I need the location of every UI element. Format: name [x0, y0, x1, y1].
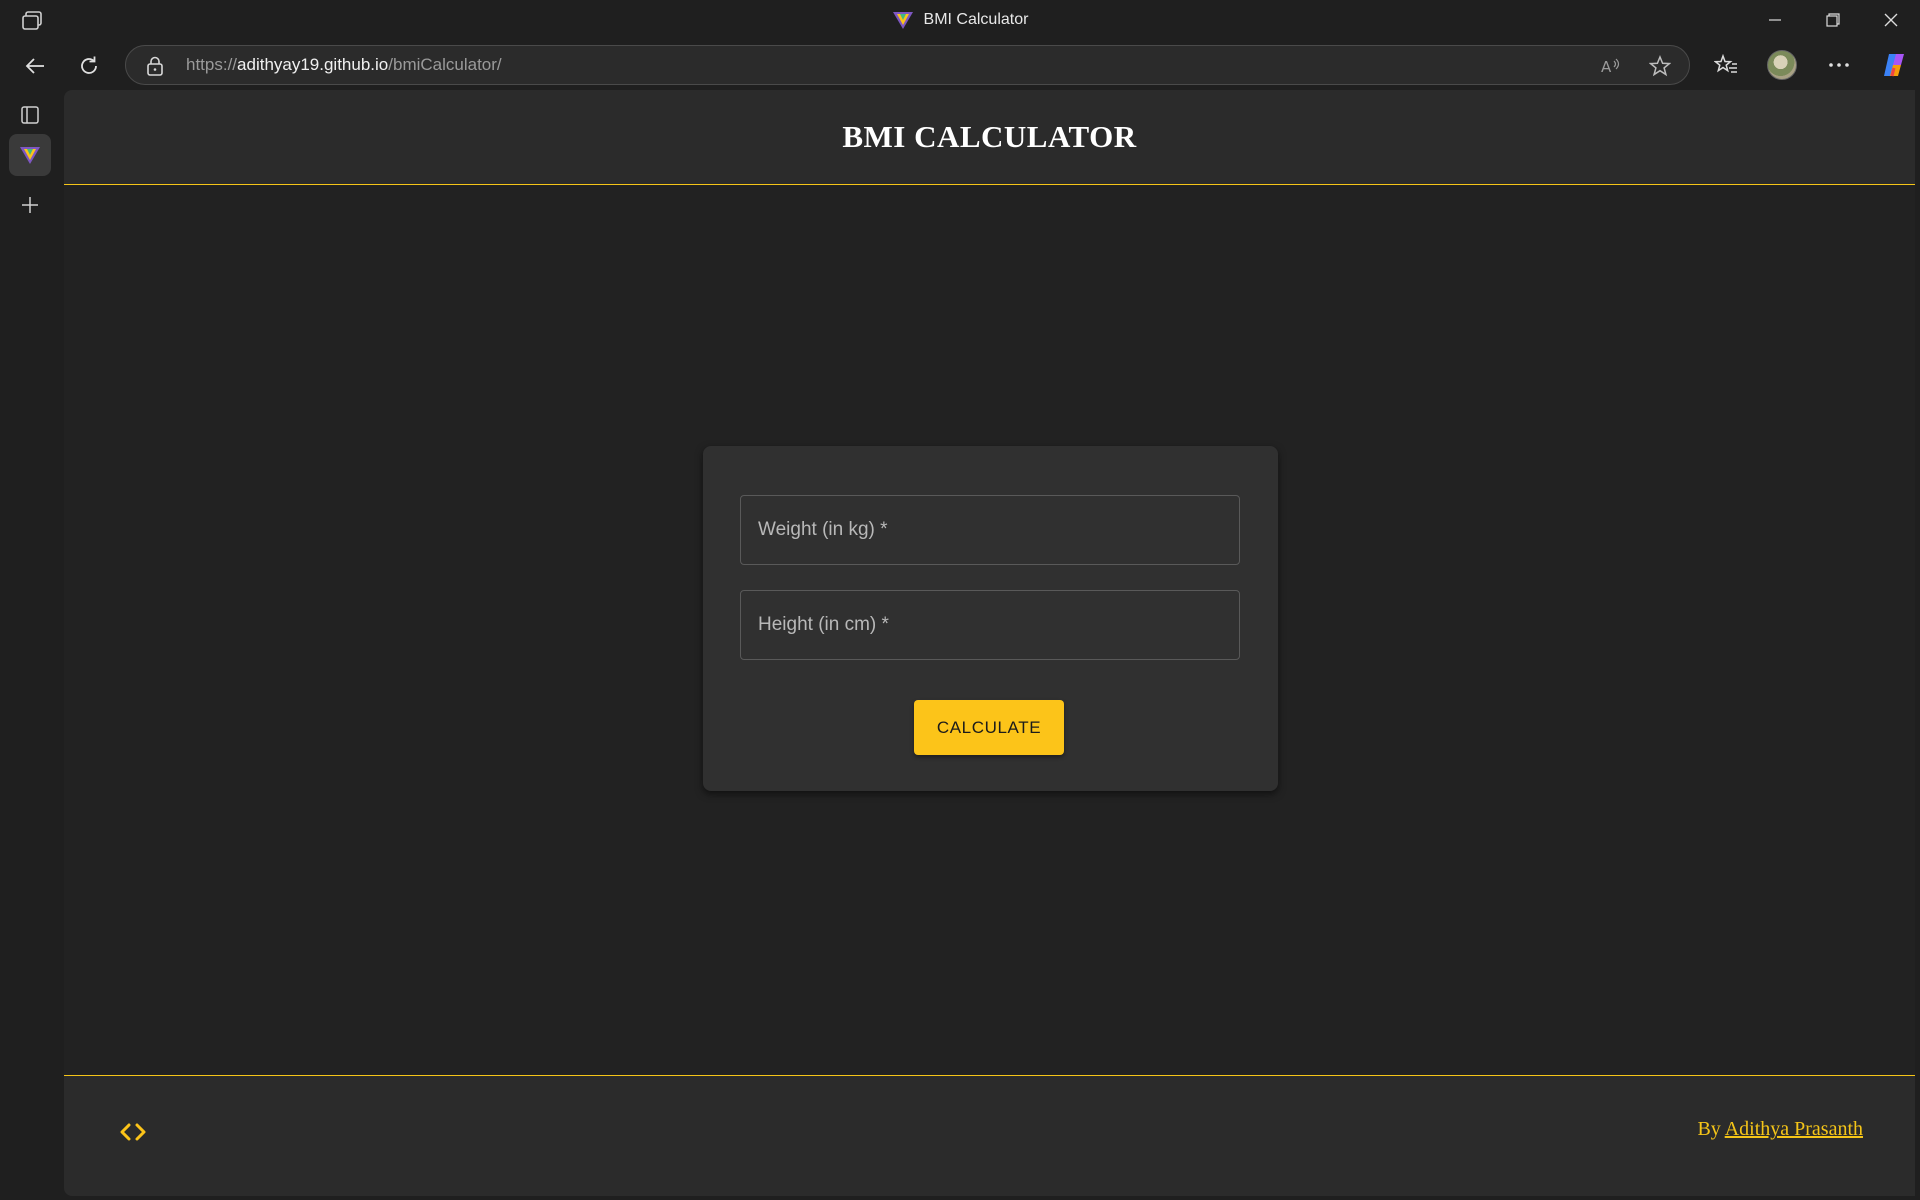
calculate-button[interactable]: CALCULATE: [914, 700, 1064, 755]
favorites-icon: [1714, 54, 1737, 73]
new-tab-icon: [22, 197, 38, 213]
svg-text:A: A: [1601, 58, 1612, 76]
new-tab-button[interactable]: [9, 184, 51, 226]
read-aloud-icon[interactable]: A: [1599, 55, 1621, 77]
close-icon: [1884, 13, 1898, 27]
page-viewport: BMI CALCULATOR Weight (in kg) * Height (…: [64, 90, 1915, 1196]
back-button[interactable]: [17, 48, 53, 84]
site-favicon-icon: [20, 147, 40, 164]
copilot-icon: [1884, 54, 1904, 77]
browser-title-bar: BMI Calculator: [0, 0, 1920, 40]
refresh-icon: [81, 56, 97, 74]
more-icon: [1829, 63, 1849, 67]
vertical-tabs-sidebar: [0, 90, 64, 1200]
page-title: BMI CALCULATOR: [842, 119, 1137, 154]
sidebar-panel-icon: [21, 106, 39, 124]
credit-prefix: By: [1697, 1118, 1725, 1140]
copilot-button[interactable]: [1875, 46, 1913, 84]
avatar: [1767, 50, 1797, 80]
window-title: BMI Calculator: [0, 0, 1920, 40]
address-bar[interactable]: https://adithyay19.github.io/bmiCalculat…: [125, 45, 1690, 85]
window-title-text: BMI Calculator: [923, 11, 1029, 28]
weight-field-label: Weight (in kg) *: [758, 519, 888, 540]
favorites-button[interactable]: [1707, 46, 1745, 84]
height-field-label: Height (in cm) *: [758, 614, 889, 635]
minimize-icon: [1769, 19, 1781, 21]
url-text[interactable]: https://adithyay19.github.io/bmiCalculat…: [186, 46, 502, 84]
author-link[interactable]: Adithya Prasanth: [1725, 1118, 1863, 1140]
site-favicon-icon: [892, 12, 913, 29]
more-button[interactable]: [1820, 46, 1858, 84]
site-footer: By Adithya Prasanth: [64, 1075, 1915, 1196]
restore-button[interactable]: [1804, 0, 1862, 40]
bmi-form-card: Weight (in kg) * Height (in cm) * CALCUL…: [703, 446, 1278, 791]
tab-bmi-calculator[interactable]: [9, 134, 51, 176]
url-path: /bmiCalculator/: [388, 55, 502, 74]
url-host: adithyay19.github.io: [237, 55, 389, 74]
lock-icon[interactable]: [146, 56, 164, 76]
profile-button[interactable]: [1763, 46, 1801, 84]
height-field[interactable]: Height (in cm) *: [740, 590, 1240, 660]
url-scheme: https://: [186, 55, 238, 74]
restore-icon: [1826, 13, 1840, 27]
code-icon[interactable]: [118, 1120, 148, 1144]
close-window-button[interactable]: [1862, 0, 1920, 40]
site-header: BMI CALCULATOR: [64, 90, 1915, 185]
tab-panel-toggle[interactable]: [9, 94, 51, 136]
browser-toolbar: https://adithyay19.github.io/bmiCalculat…: [0, 40, 1920, 90]
star-icon[interactable]: [1649, 55, 1671, 77]
footer-credit: By Adithya Prasanth: [1697, 1118, 1863, 1141]
minimize-button[interactable]: [1746, 0, 1804, 40]
back-icon: [25, 58, 44, 74]
weight-field[interactable]: Weight (in kg) *: [740, 495, 1240, 565]
refresh-button[interactable]: [71, 48, 107, 84]
